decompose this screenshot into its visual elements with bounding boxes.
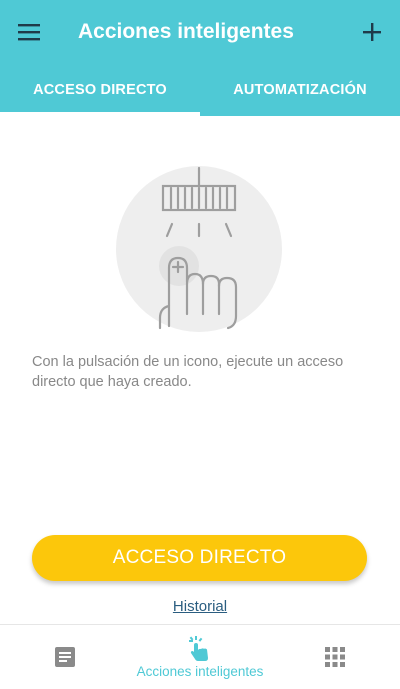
app-title: Acciones inteligentes [78,20,294,43]
apps-grid-icon [325,647,345,667]
bottom-navigation: Acciones inteligentes [0,624,400,689]
nav-item-more[interactable] [300,625,370,689]
tab-automatizacion[interactable]: AUTOMATIZACIÓN [200,64,400,116]
tab-bar: ACCESO DIRECTO AUTOMATIZACIÓN [0,64,400,116]
tap-shortcut-illustration [116,166,282,332]
document-icon [55,647,75,667]
plus-icon [363,23,381,41]
app-bar: Acciones inteligentes ACCESO DIRECTO AUT… [0,0,400,116]
nav-label-smart-actions: Acciones inteligentes [136,663,264,679]
menu-button[interactable] [14,18,44,46]
hamburger-menu-icon [18,24,40,41]
smart-actions-tap-icon [189,635,208,661]
nav-item-devices[interactable] [30,625,100,689]
history-link[interactable]: Historial [0,598,400,615]
nav-item-smart-actions[interactable]: Acciones inteligentes [120,625,280,689]
create-shortcut-button[interactable]: ACCESO DIRECTO [32,535,367,581]
add-button[interactable] [358,18,386,46]
empty-state-description: Con la pulsación de un icono, ejecute un… [32,354,344,390]
tab-acceso-directo[interactable]: ACCESO DIRECTO [0,64,200,116]
